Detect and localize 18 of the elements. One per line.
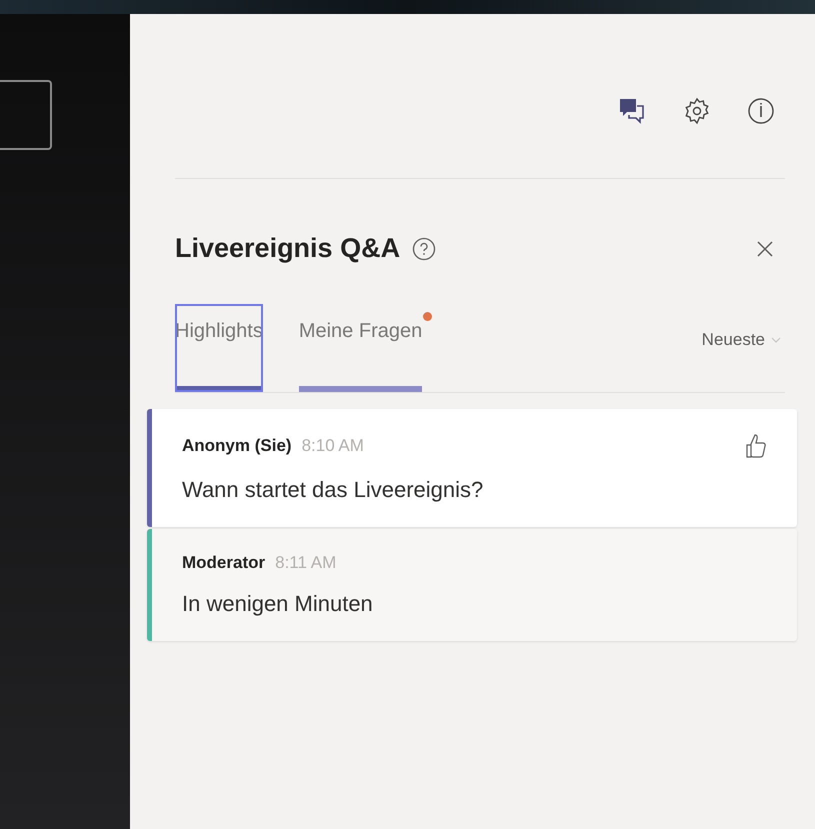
message-text: In wenigen Minuten bbox=[182, 591, 374, 617]
chevron-icon bbox=[771, 337, 781, 343]
panel-title: Liveereignis Q&A bbox=[175, 233, 400, 264]
question-chat-icon[interactable] bbox=[617, 96, 647, 126]
outlined-frame bbox=[0, 80, 52, 150]
message-text: Wann startet das Liveereignis? bbox=[182, 477, 484, 503]
timestamp: 8:11 AM bbox=[275, 553, 336, 573]
author-name: Moderator bbox=[182, 553, 266, 573]
author-name: Anonym (Sie) bbox=[182, 436, 292, 456]
info-icon[interactable] bbox=[747, 97, 775, 125]
tab[interactable]: Meine Fragen bbox=[298, 304, 422, 392]
settings-icon[interactable] bbox=[683, 97, 711, 125]
sort-dropdown[interactable]: Neueste bbox=[702, 330, 781, 350]
tab[interactable]: Highlights bbox=[175, 304, 263, 392]
timestamp: 8:10 AM bbox=[302, 436, 364, 456]
close-button[interactable] bbox=[755, 238, 775, 258]
help-icon[interactable] bbox=[412, 236, 436, 260]
thumbs-up-icon[interactable] bbox=[745, 433, 767, 459]
